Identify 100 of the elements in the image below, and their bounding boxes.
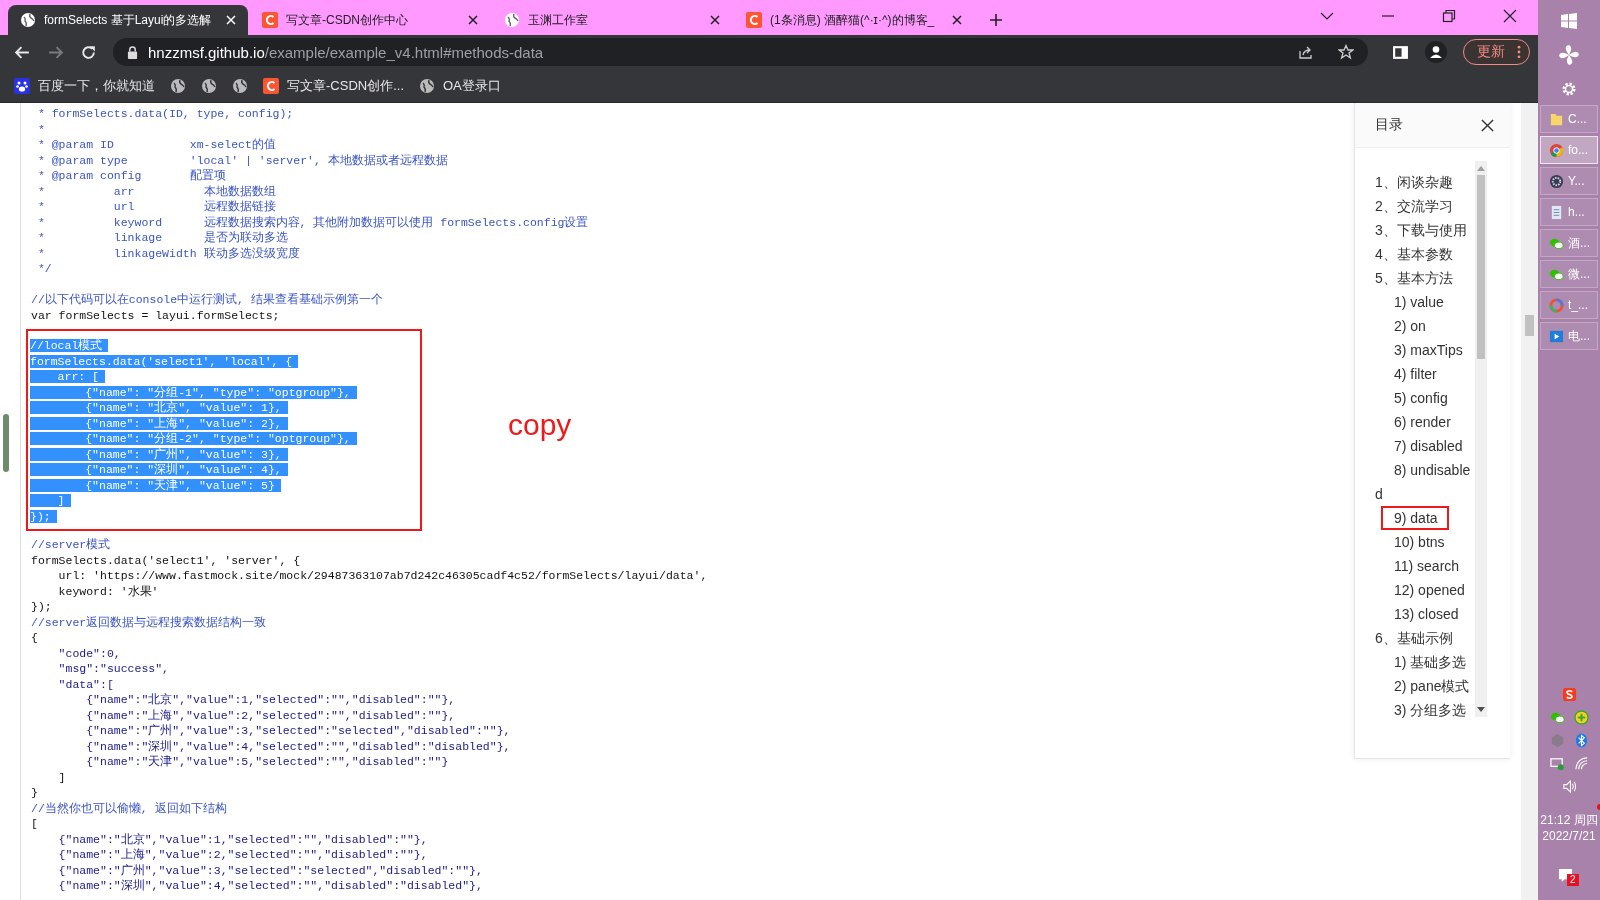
toc-item[interactable]: 12) opened — [1375, 578, 1474, 602]
toc-item[interactable]: 5、基本方法 — [1375, 266, 1474, 290]
bookmark[interactable] — [170, 77, 186, 94]
toc-item[interactable]: 1) 基础多选 — [1375, 650, 1474, 674]
gear-icon — [1549, 173, 1564, 189]
more-icon[interactable] — [1517, 45, 1521, 59]
code-line: //server返回数据与远程搜索数据结构一致 — [31, 614, 267, 630]
notification-badge: 2 — [1567, 874, 1579, 886]
code-line: * formSelects.data(ID, type, config); — [36, 106, 294, 122]
bookmark[interactable] — [201, 77, 217, 94]
code-line: keyword: '水果' — [57, 583, 159, 599]
pinwheel-icon[interactable] — [1558, 44, 1580, 66]
tab-title: formSelects 基于Layui的多选解 — [44, 11, 213, 29]
globe-icon — [20, 12, 36, 28]
side-panel-icon[interactable] — [1392, 43, 1409, 61]
toc-item[interactable]: 6、基础示例 — [1375, 626, 1474, 650]
toc-item[interactable]: 8) undisabled — [1375, 458, 1474, 506]
code-line: * linkageWidth 联动多选没级宽度 — [36, 245, 300, 261]
toc-item[interactable]: 4) filter — [1375, 362, 1474, 386]
bluetooth-icon[interactable] — [1573, 733, 1589, 748]
code-line: //server模式 — [31, 537, 111, 553]
bookmark[interactable]: OA登录口 — [419, 76, 501, 95]
settings-icon[interactable] — [1561, 81, 1577, 97]
bookmark[interactable]: 写文章-CSDN创作... — [263, 76, 404, 95]
code-line: {"name":"天津","value":5,"selected":"","disabled":""} — [85, 754, 449, 770]
code-line: * @param type 'local' | 'server', 本地数据或者远程数据 — [36, 152, 448, 168]
tab-title: (1条消息) 酒醉猫(^·ɪ·^)的博客_ — [770, 11, 936, 29]
browser-tab[interactable]: (1条消息) 酒醉猫(^·ɪ·^)的博客_ — [734, 5, 974, 35]
code-line: * url 远程数据链接 — [36, 199, 276, 215]
speaker-icon[interactable] — [1561, 779, 1577, 794]
new-tab-icon[interactable] — [990, 14, 1002, 26]
toc-item[interactable]: 3) maxTips — [1375, 338, 1474, 362]
toc-item[interactable]: 2) pane模式 — [1375, 674, 1474, 698]
scroll-thumb[interactable] — [1525, 315, 1534, 336]
code-line: "data":[ — [57, 676, 114, 692]
app-icon — [1549, 297, 1564, 313]
close-icon[interactable] — [710, 15, 720, 25]
code-line: "code":0, — [57, 645, 121, 661]
browser-tab[interactable]: 写文章-CSDN创作中心 — [250, 5, 490, 35]
scrollbar[interactable] — [1521, 103, 1538, 900]
close-icon[interactable] — [1503, 9, 1517, 23]
chat-icon[interactable] — [1549, 710, 1565, 725]
bookmark[interactable] — [232, 77, 248, 94]
monitor-icon[interactable] — [1549, 756, 1565, 771]
video-icon — [1549, 328, 1564, 344]
scroll-indicator — [3, 414, 9, 472]
toc-item[interactable]: 1) value — [1375, 290, 1474, 314]
browser-tab[interactable]: 玉渊工作室 — [492, 5, 732, 35]
browser-tab[interactable]: formSelects 基于Layui的多选解 — [8, 5, 248, 35]
paw-icon — [14, 77, 30, 94]
close-icon[interactable] — [1481, 118, 1494, 132]
toc-item[interactable]: 13) closed — [1375, 602, 1474, 626]
code-line: }); — [31, 599, 52, 615]
toc-item[interactable]: 2) on — [1375, 314, 1474, 338]
reload-icon[interactable] — [80, 43, 97, 61]
code-line: {"name":"北京","value":1,"selected":"","disabled":""}, — [85, 692, 456, 708]
code-line: { — [31, 630, 38, 646]
toc-item[interactable]: 9) data — [1381, 506, 1449, 530]
wifi-icon[interactable] — [1573, 756, 1589, 771]
address-bar[interactable]: hnzzmsf.github.io/example/example_v4.html#methods-data — [113, 38, 1368, 66]
share-icon[interactable] — [1298, 44, 1314, 60]
code-line: formSelects.data('select1', 'server', { — [31, 552, 301, 568]
scroll-thumb[interactable] — [1477, 175, 1485, 359]
toc-item[interactable]: 6) render — [1375, 410, 1474, 434]
toc-item[interactable]: 4、基本参数 — [1375, 242, 1474, 266]
star-icon[interactable] — [1338, 44, 1354, 60]
tab-title: 写文章-CSDN创作中心 — [286, 11, 409, 29]
code-line: * linkage 是否为联动多选 — [36, 230, 288, 246]
code-line: //当然你也可以偷懒, 返回如下结构 — [31, 800, 227, 816]
profile-icon[interactable] — [1425, 41, 1447, 63]
toc-item[interactable]: 3、下载与使用 — [1375, 218, 1474, 242]
toc-item[interactable]: 1、闲谈杂趣 — [1375, 170, 1474, 194]
code-line: * @param config 配置项 — [36, 168, 226, 184]
code-line: "msg":"success", — [57, 661, 170, 677]
toc-item[interactable]: 3) 分组多选 — [1375, 698, 1474, 722]
toc-item[interactable]: 2、交流学习 — [1375, 194, 1474, 218]
code-line: } — [31, 785, 38, 801]
chrome-icon — [1549, 142, 1564, 158]
toc-item[interactable]: 5) config — [1375, 386, 1474, 410]
windows-icon[interactable] — [1561, 13, 1577, 29]
code-line: * arr 本地数据数组 — [36, 183, 276, 199]
code-line: * keyword 远程数据搜索内容, 其他附加数据可以使用 formSelects.config设置 — [36, 214, 589, 230]
bookmark[interactable]: 百度一下，你就知道 — [14, 76, 155, 95]
scrollbar[interactable] — [1475, 161, 1487, 717]
toc-item[interactable]: 10) btns — [1375, 530, 1474, 554]
toc-item[interactable]: 7) disabled — [1375, 434, 1474, 458]
url-text: hnzzmsf.github.io/example/example_v4.html#methods-data — [148, 43, 544, 61]
globe-icon — [419, 77, 435, 94]
input-method-icon[interactable] — [1561, 687, 1577, 702]
code-line: {"name":"上海","value":2,"selected":"","disabled":""}, — [57, 847, 428, 863]
clock-time: 21:12 周四 — [1540, 812, 1598, 828]
close-icon[interactable] — [468, 15, 478, 25]
toc-item[interactable]: 11) search — [1375, 554, 1474, 578]
folder-icon — [1549, 111, 1564, 127]
scroll-down-icon[interactable] — [1477, 707, 1485, 713]
close-icon[interactable] — [952, 15, 962, 25]
code-line: {"name":"北京","value":1,"selected":"","disabled":""}, — [57, 831, 428, 847]
notepad-icon — [1549, 204, 1564, 220]
restore-icon[interactable] — [1442, 9, 1456, 23]
update-button[interactable]: 更新 — [1463, 39, 1530, 65]
